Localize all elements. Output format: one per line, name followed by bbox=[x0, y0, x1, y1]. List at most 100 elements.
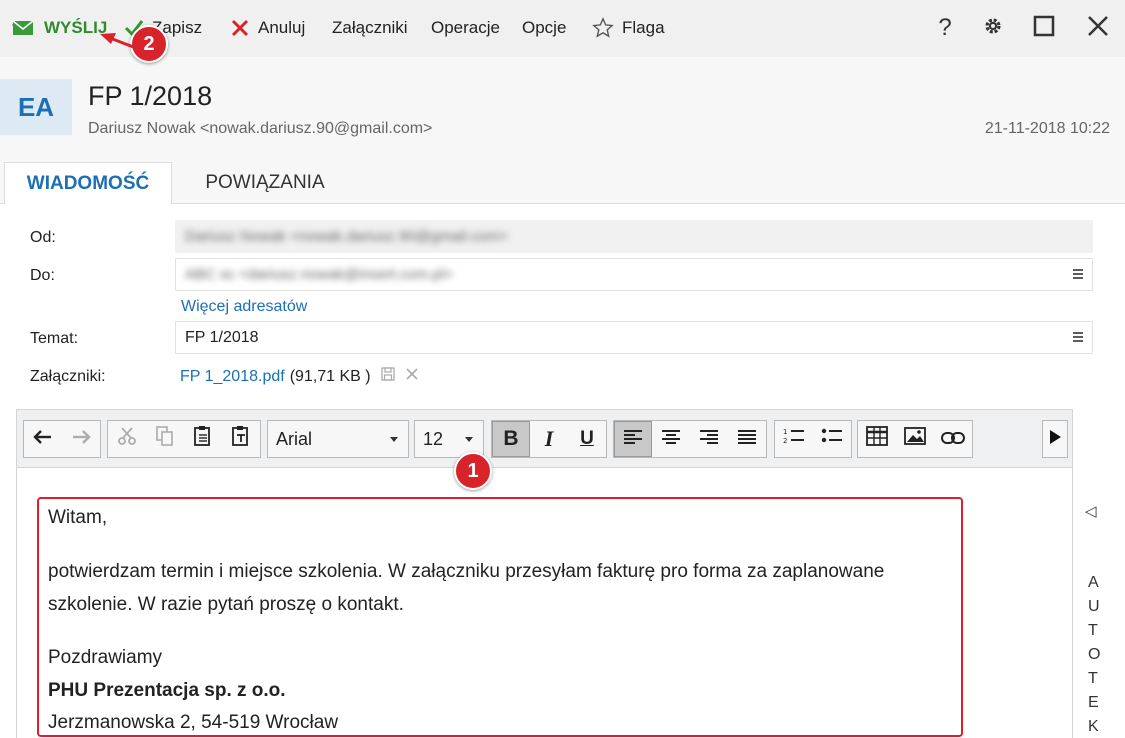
list-group: 12 bbox=[774, 420, 852, 458]
options-menu[interactable]: Opcje bbox=[522, 14, 566, 42]
remove-attachment-icon[interactable] bbox=[405, 367, 419, 386]
copy-button[interactable] bbox=[146, 421, 184, 457]
subject-field[interactable]: FP 1/2018 bbox=[175, 321, 1093, 354]
close-window-button[interactable] bbox=[1084, 14, 1112, 42]
cancel-button[interactable]: Anuluj bbox=[230, 14, 305, 42]
side-letter: O bbox=[1088, 646, 1101, 663]
highlight-frame bbox=[37, 497, 963, 737]
bullet-list-icon bbox=[821, 427, 843, 451]
help-button[interactable]: ? bbox=[931, 14, 959, 42]
align-center-button[interactable] bbox=[652, 421, 690, 457]
font-family-value: Arial bbox=[276, 428, 313, 449]
svg-text:1: 1 bbox=[783, 428, 787, 436]
from-label: Od: bbox=[30, 229, 56, 246]
svg-text:2: 2 bbox=[783, 437, 787, 445]
to-field[interactable]: ABC sc <dariusz.nowak@insert.com.pl> bbox=[175, 258, 1093, 291]
paste-text-icon bbox=[232, 425, 250, 453]
underline-icon: U bbox=[580, 428, 594, 449]
font-family-select[interactable]: Arial bbox=[267, 420, 409, 458]
tab-message[interactable]: WIADOMOŚĆ bbox=[4, 162, 172, 205]
page-title: FP 1/2018 bbox=[88, 81, 213, 111]
bold-icon: B bbox=[503, 427, 519, 450]
maximize-button[interactable] bbox=[1030, 14, 1058, 42]
table-icon bbox=[866, 426, 888, 452]
bold-button[interactable]: B bbox=[492, 421, 530, 457]
undo-button[interactable] bbox=[24, 421, 62, 457]
bullet-list-button[interactable] bbox=[813, 421, 851, 457]
question-mark-icon: ? bbox=[938, 14, 952, 41]
align-justify-icon bbox=[737, 428, 757, 451]
more-tools-button[interactable] bbox=[1042, 420, 1068, 458]
alignment-group bbox=[613, 420, 767, 458]
from-value: Dariusz Nowak <nowak.dariusz.90@gmail.co… bbox=[185, 228, 508, 245]
message-header: EA FP 1/2018 Dariusz Nowak <nowak.darius… bbox=[0, 57, 1125, 162]
from-field: Dariusz Nowak <nowak.dariusz.90@gmail.co… bbox=[175, 220, 1093, 253]
more-recipients-link[interactable]: Więcej adresatów bbox=[181, 298, 307, 316]
insert-link-button[interactable] bbox=[934, 421, 972, 457]
cancel-label: Anuluj bbox=[258, 18, 306, 37]
paste-text-button[interactable] bbox=[222, 421, 260, 457]
envelope-icon bbox=[12, 19, 36, 37]
hamburger-menu-icon[interactable] bbox=[1072, 330, 1084, 349]
flag-label: Flaga bbox=[622, 18, 665, 37]
copy-icon bbox=[156, 426, 174, 452]
side-letter: T bbox=[1088, 670, 1098, 687]
chevron-down-icon bbox=[390, 437, 398, 442]
attachments-label: Załączniki: bbox=[30, 368, 106, 385]
side-letter: U bbox=[1088, 598, 1100, 615]
close-icon bbox=[1087, 15, 1109, 42]
italic-icon: I bbox=[544, 426, 554, 451]
cut-button[interactable] bbox=[108, 421, 146, 457]
numbered-list-icon: 12 bbox=[783, 427, 805, 451]
collapse-panel-icon[interactable]: ◁ bbox=[1085, 502, 1097, 520]
subject-label: Temat: bbox=[30, 330, 79, 347]
insert-table-button[interactable] bbox=[858, 421, 896, 457]
top-toolbar: WYŚLIJ Zapisz Anuluj Załączniki Operacje… bbox=[0, 0, 1125, 57]
operations-label: Operacje bbox=[431, 18, 500, 37]
paste-button[interactable] bbox=[184, 421, 222, 457]
attachment-item: FP 1_2018.pdf (91,71 KB ) bbox=[180, 367, 419, 386]
undo-icon bbox=[33, 428, 53, 451]
side-letter: E bbox=[1088, 694, 1099, 711]
attachments-label: Załączniki bbox=[332, 18, 408, 37]
maximize-icon bbox=[1033, 15, 1055, 42]
attachment-link[interactable]: FP 1_2018.pdf bbox=[180, 368, 285, 386]
text-style-group: B I U bbox=[491, 420, 607, 458]
align-right-button[interactable] bbox=[690, 421, 728, 457]
insert-image-button[interactable] bbox=[896, 421, 934, 457]
settings-button[interactable] bbox=[979, 14, 1007, 42]
redo-icon bbox=[71, 428, 91, 451]
insert-group bbox=[857, 420, 973, 458]
attachments-menu[interactable]: Załączniki bbox=[332, 14, 408, 42]
flag-button[interactable]: Flaga bbox=[592, 14, 665, 42]
redo-button[interactable] bbox=[62, 421, 100, 457]
paste-icon bbox=[194, 425, 212, 453]
hamburger-menu-icon[interactable] bbox=[1072, 267, 1084, 286]
underline-button[interactable]: U bbox=[568, 421, 606, 457]
options-label: Opcje bbox=[522, 18, 567, 37]
message-date: 21-11-2018 10:22 bbox=[984, 120, 1110, 137]
subject-value: FP 1/2018 bbox=[185, 328, 259, 346]
link-icon bbox=[941, 428, 965, 451]
save-disk-icon[interactable] bbox=[380, 367, 395, 386]
avatar: EA bbox=[0, 79, 72, 135]
image-icon bbox=[904, 427, 926, 451]
tab-relations[interactable]: POWIĄZANIA bbox=[180, 162, 350, 204]
numbered-list-button[interactable]: 12 bbox=[775, 421, 813, 457]
align-left-button[interactable] bbox=[614, 421, 652, 457]
side-letter: T bbox=[1088, 622, 1098, 639]
align-center-icon bbox=[661, 428, 681, 451]
undo-redo-group bbox=[23, 420, 101, 458]
align-left-icon bbox=[623, 428, 643, 451]
annotation-arrow-icon bbox=[100, 33, 137, 50]
font-size-value: 12 bbox=[423, 428, 444, 449]
clipboard-group bbox=[107, 420, 261, 458]
align-justify-button[interactable] bbox=[728, 421, 766, 457]
close-x-icon bbox=[230, 18, 250, 38]
to-value: ABC sc <dariusz.nowak@insert.com.pl> bbox=[185, 266, 453, 283]
italic-button[interactable]: I bbox=[530, 421, 568, 457]
send-button[interactable]: WYŚLIJ bbox=[12, 14, 107, 42]
attachment-size: (91,71 KB ) bbox=[289, 367, 371, 385]
operations-menu[interactable]: Operacje bbox=[431, 14, 500, 42]
align-right-icon bbox=[699, 428, 719, 451]
